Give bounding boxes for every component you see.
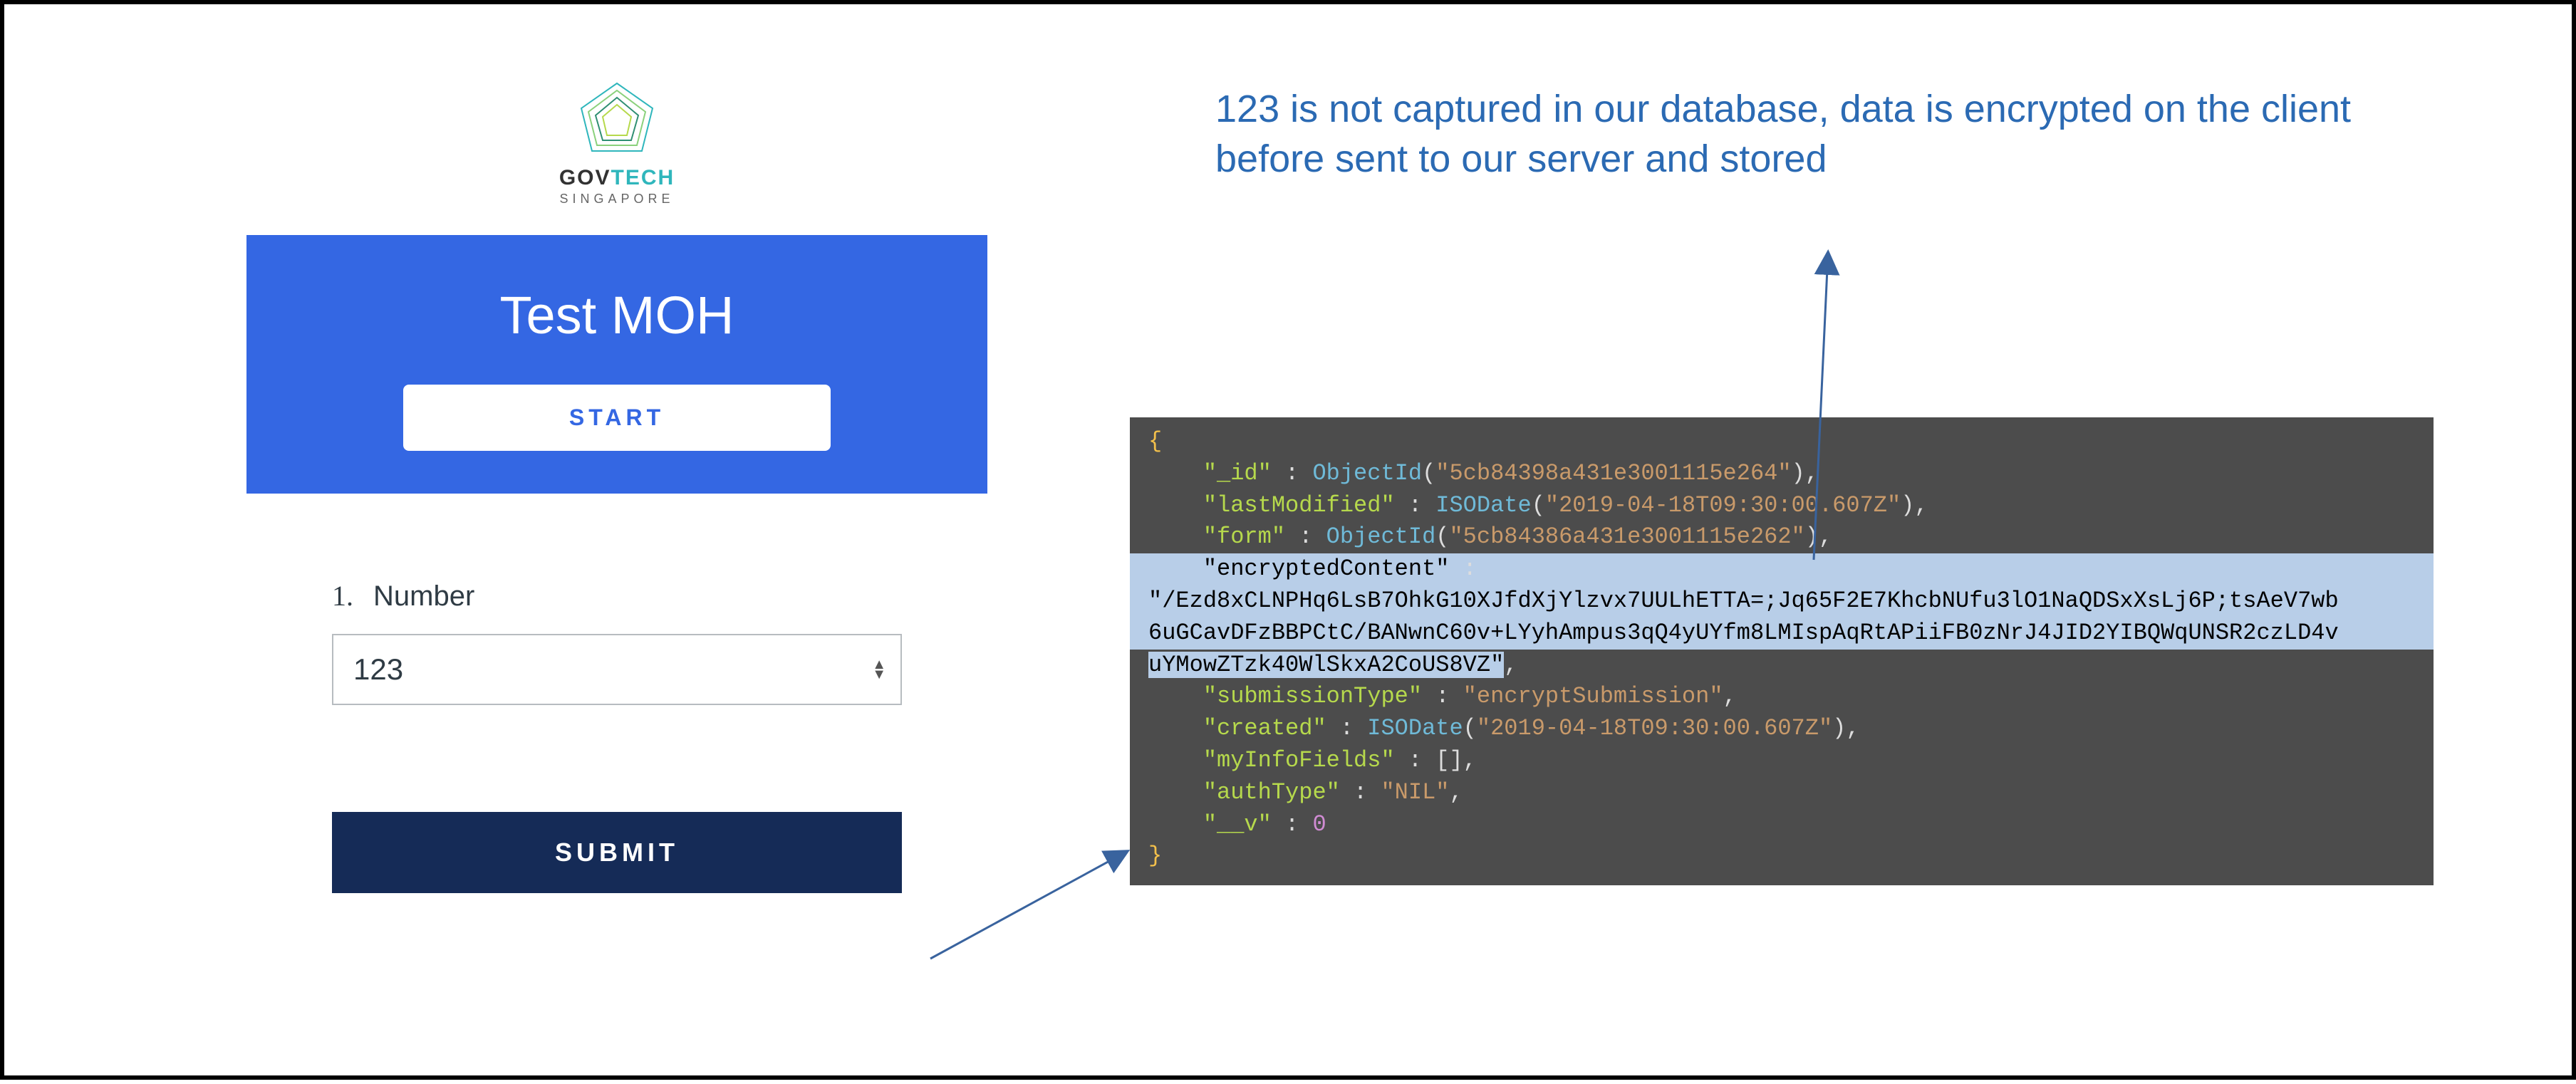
explanatory-caption: 123 is not captured in our database, dat… — [1215, 84, 2422, 184]
submit-button[interactable]: SUBMIT — [332, 812, 902, 893]
question-label: Number — [373, 580, 474, 613]
govtech-logo-icon — [574, 80, 660, 158]
number-stepper[interactable]: ▲▼ — [872, 660, 886, 679]
question-number: 1. — [332, 579, 353, 613]
number-input[interactable] — [332, 634, 902, 705]
form-title: Test MOH — [303, 285, 930, 345]
start-button[interactable]: START — [403, 385, 831, 451]
logo-text: GOVTECH — [246, 166, 987, 190]
form-hero: Test MOH START — [246, 235, 987, 494]
database-record-snippet: { "_id" : ObjectId("5cb84398a431e3001115… — [1130, 417, 2434, 885]
logo: GOVTECH SINGAPORE — [246, 80, 987, 207]
logo-subtitle: SINGAPORE — [246, 192, 987, 207]
